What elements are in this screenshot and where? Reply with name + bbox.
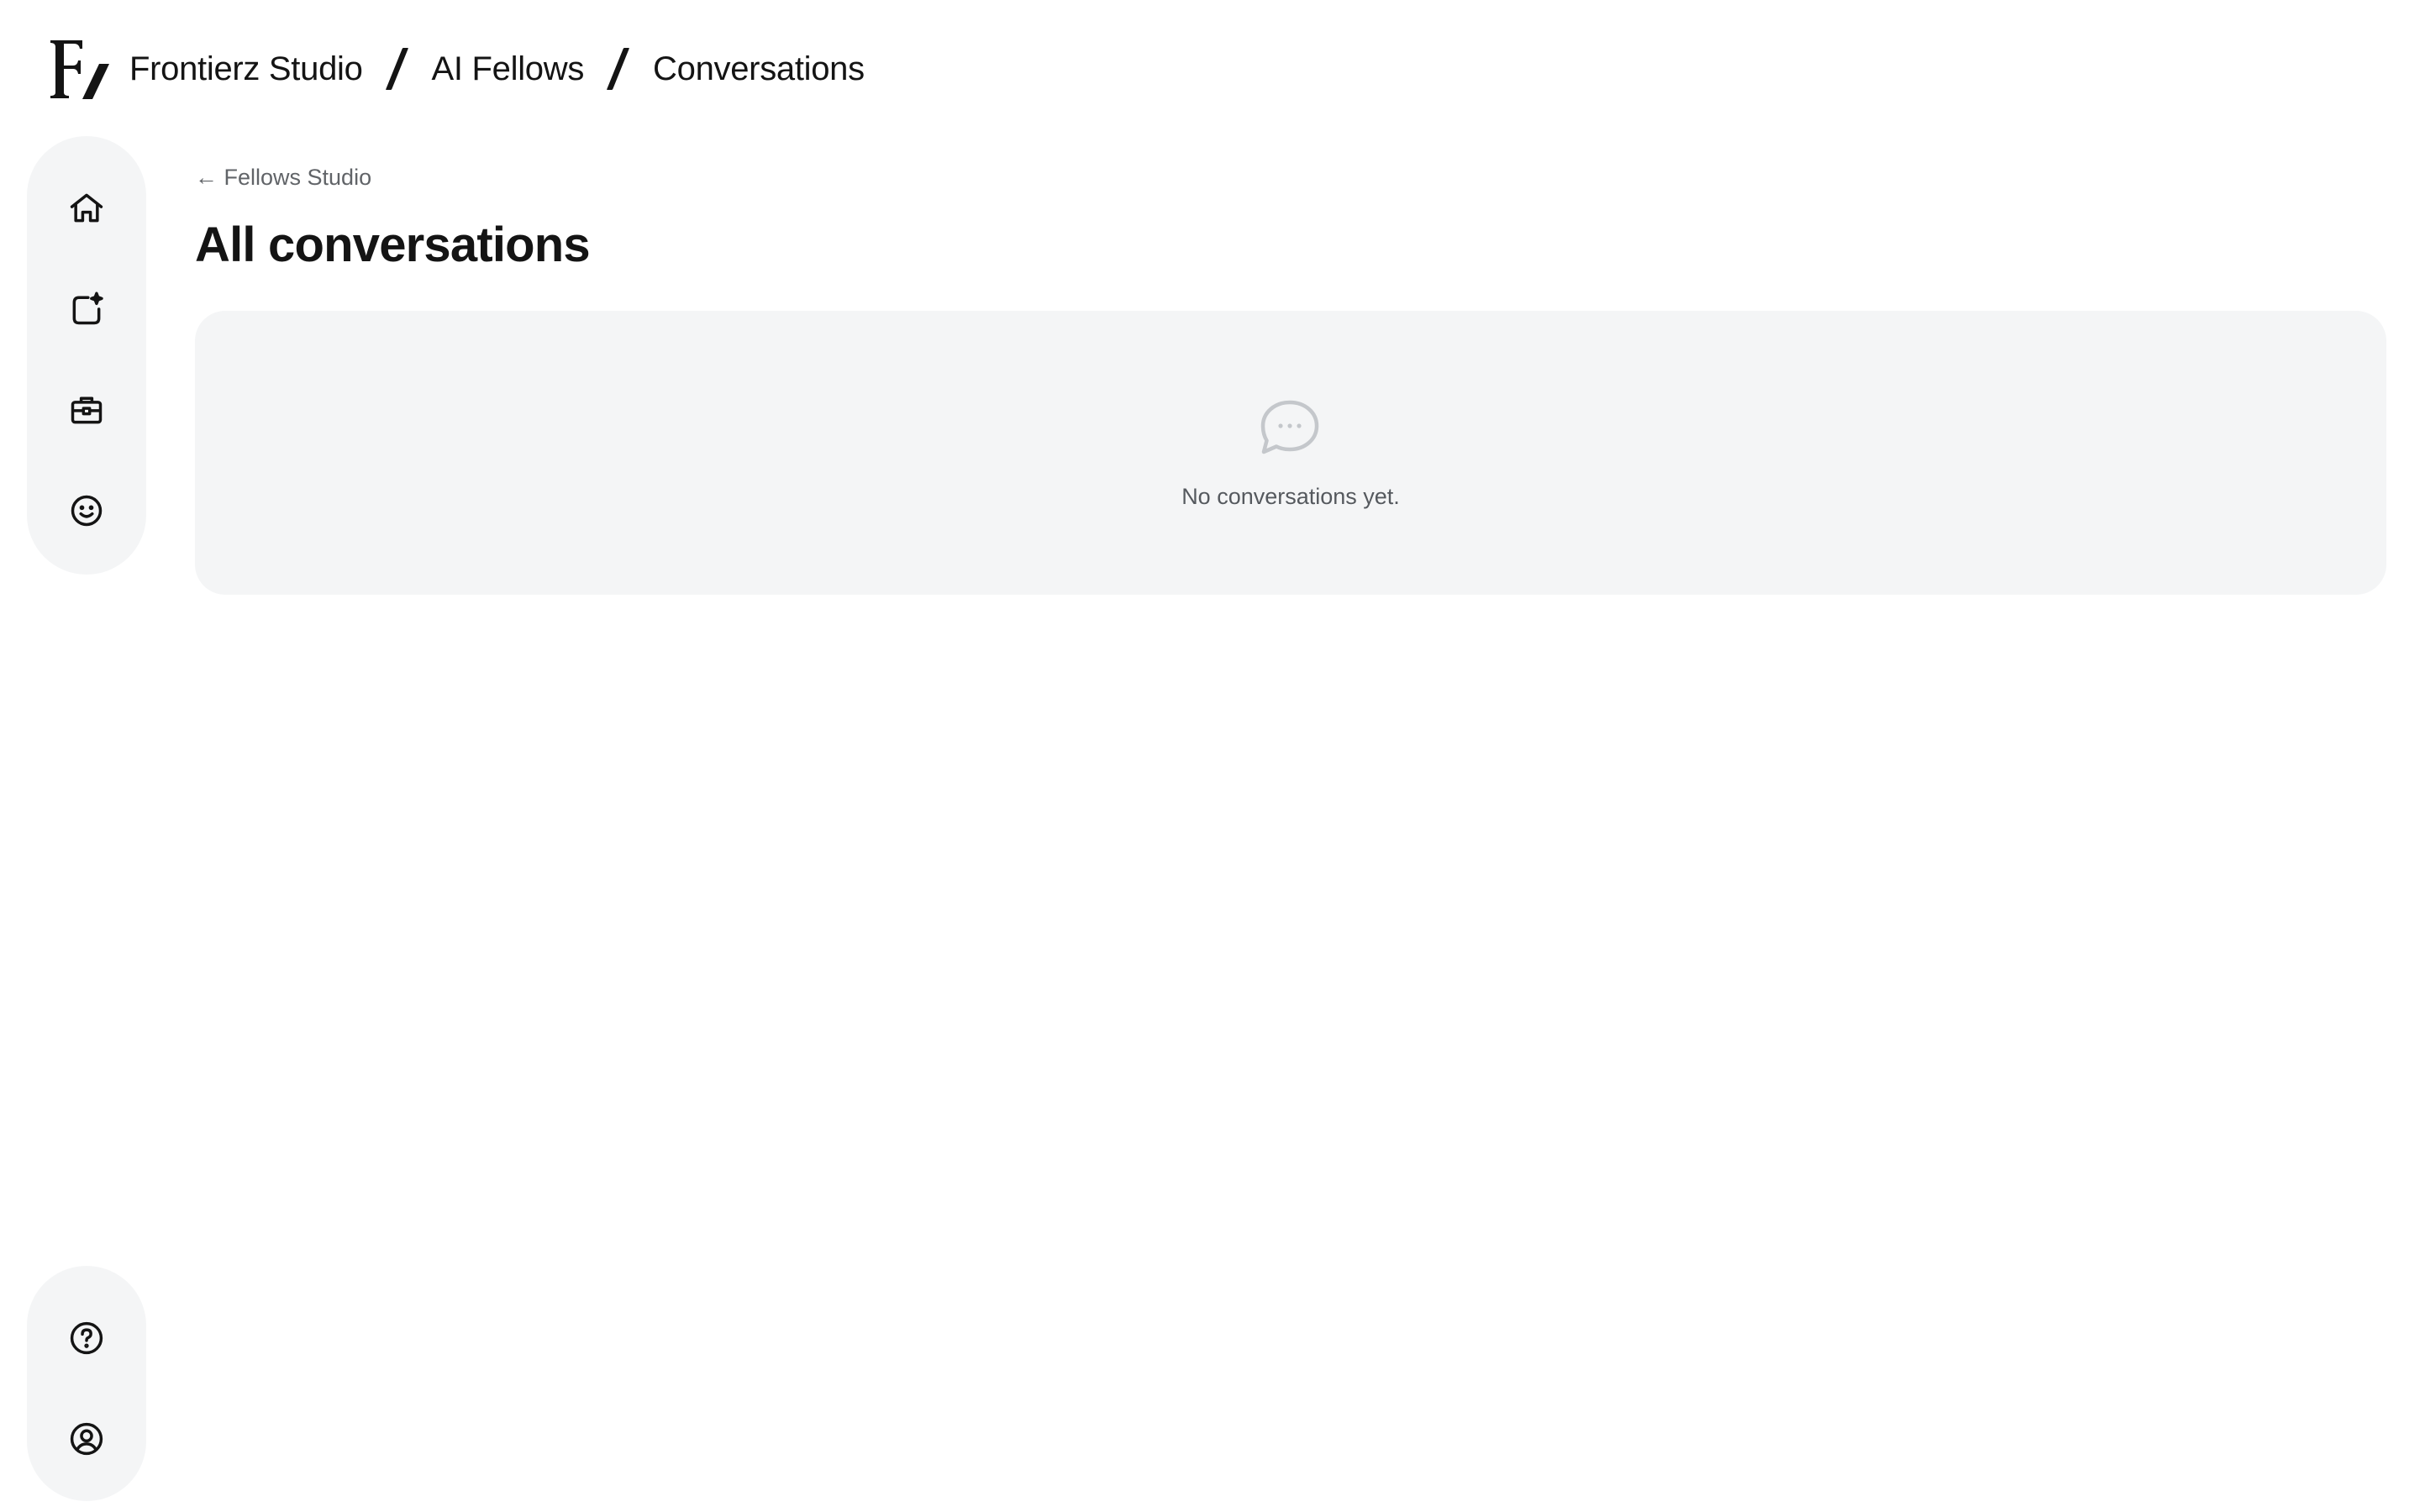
empty-state-panel: No conversations yet.: [195, 311, 2386, 595]
sidebar-item-smiley[interactable]: [46, 470, 127, 551]
brand-logo[interactable]: [49, 35, 113, 102]
briefcase-icon: [71, 396, 103, 424]
breadcrumb-separator: [597, 45, 639, 92]
brand-logo-mark: [50, 40, 109, 99]
help-circle-icon: [70, 1321, 103, 1355]
user-circle-icon: [70, 1422, 103, 1456]
breadcrumb-frontierz-studio[interactable]: Frontierz Studio: [129, 50, 363, 88]
back-link-fellows-studio[interactable]: ← Fellows Studio: [195, 165, 371, 191]
top-header: Frontierz Studio AI Fellows Conversation…: [49, 25, 865, 113]
square-sparkle-icon: [72, 291, 103, 325]
smiley-icon: [71, 495, 103, 527]
sidebar-main-nav: [27, 136, 146, 575]
home-icon: [70, 193, 103, 223]
breadcrumb-conversations: Conversations: [653, 50, 865, 87]
empty-state-message: No conversations yet.: [1181, 484, 1400, 509]
breadcrumb-ai-fellows[interactable]: AI Fellows: [432, 50, 585, 88]
chat-bubble-icon: [1260, 400, 1319, 454]
sidebar-item-account[interactable]: [46, 1399, 127, 1479]
sidebar-item-home[interactable]: [46, 168, 127, 249]
sidebar-item-help[interactable]: [46, 1298, 127, 1378]
page-title: All conversations: [195, 218, 591, 272]
sidebar-item-briefcase[interactable]: [46, 370, 127, 450]
breadcrumb-separator: [376, 45, 418, 92]
sidebar-item-new-post[interactable]: [46, 269, 127, 349]
sidebar-utility-nav: [27, 1266, 146, 1501]
